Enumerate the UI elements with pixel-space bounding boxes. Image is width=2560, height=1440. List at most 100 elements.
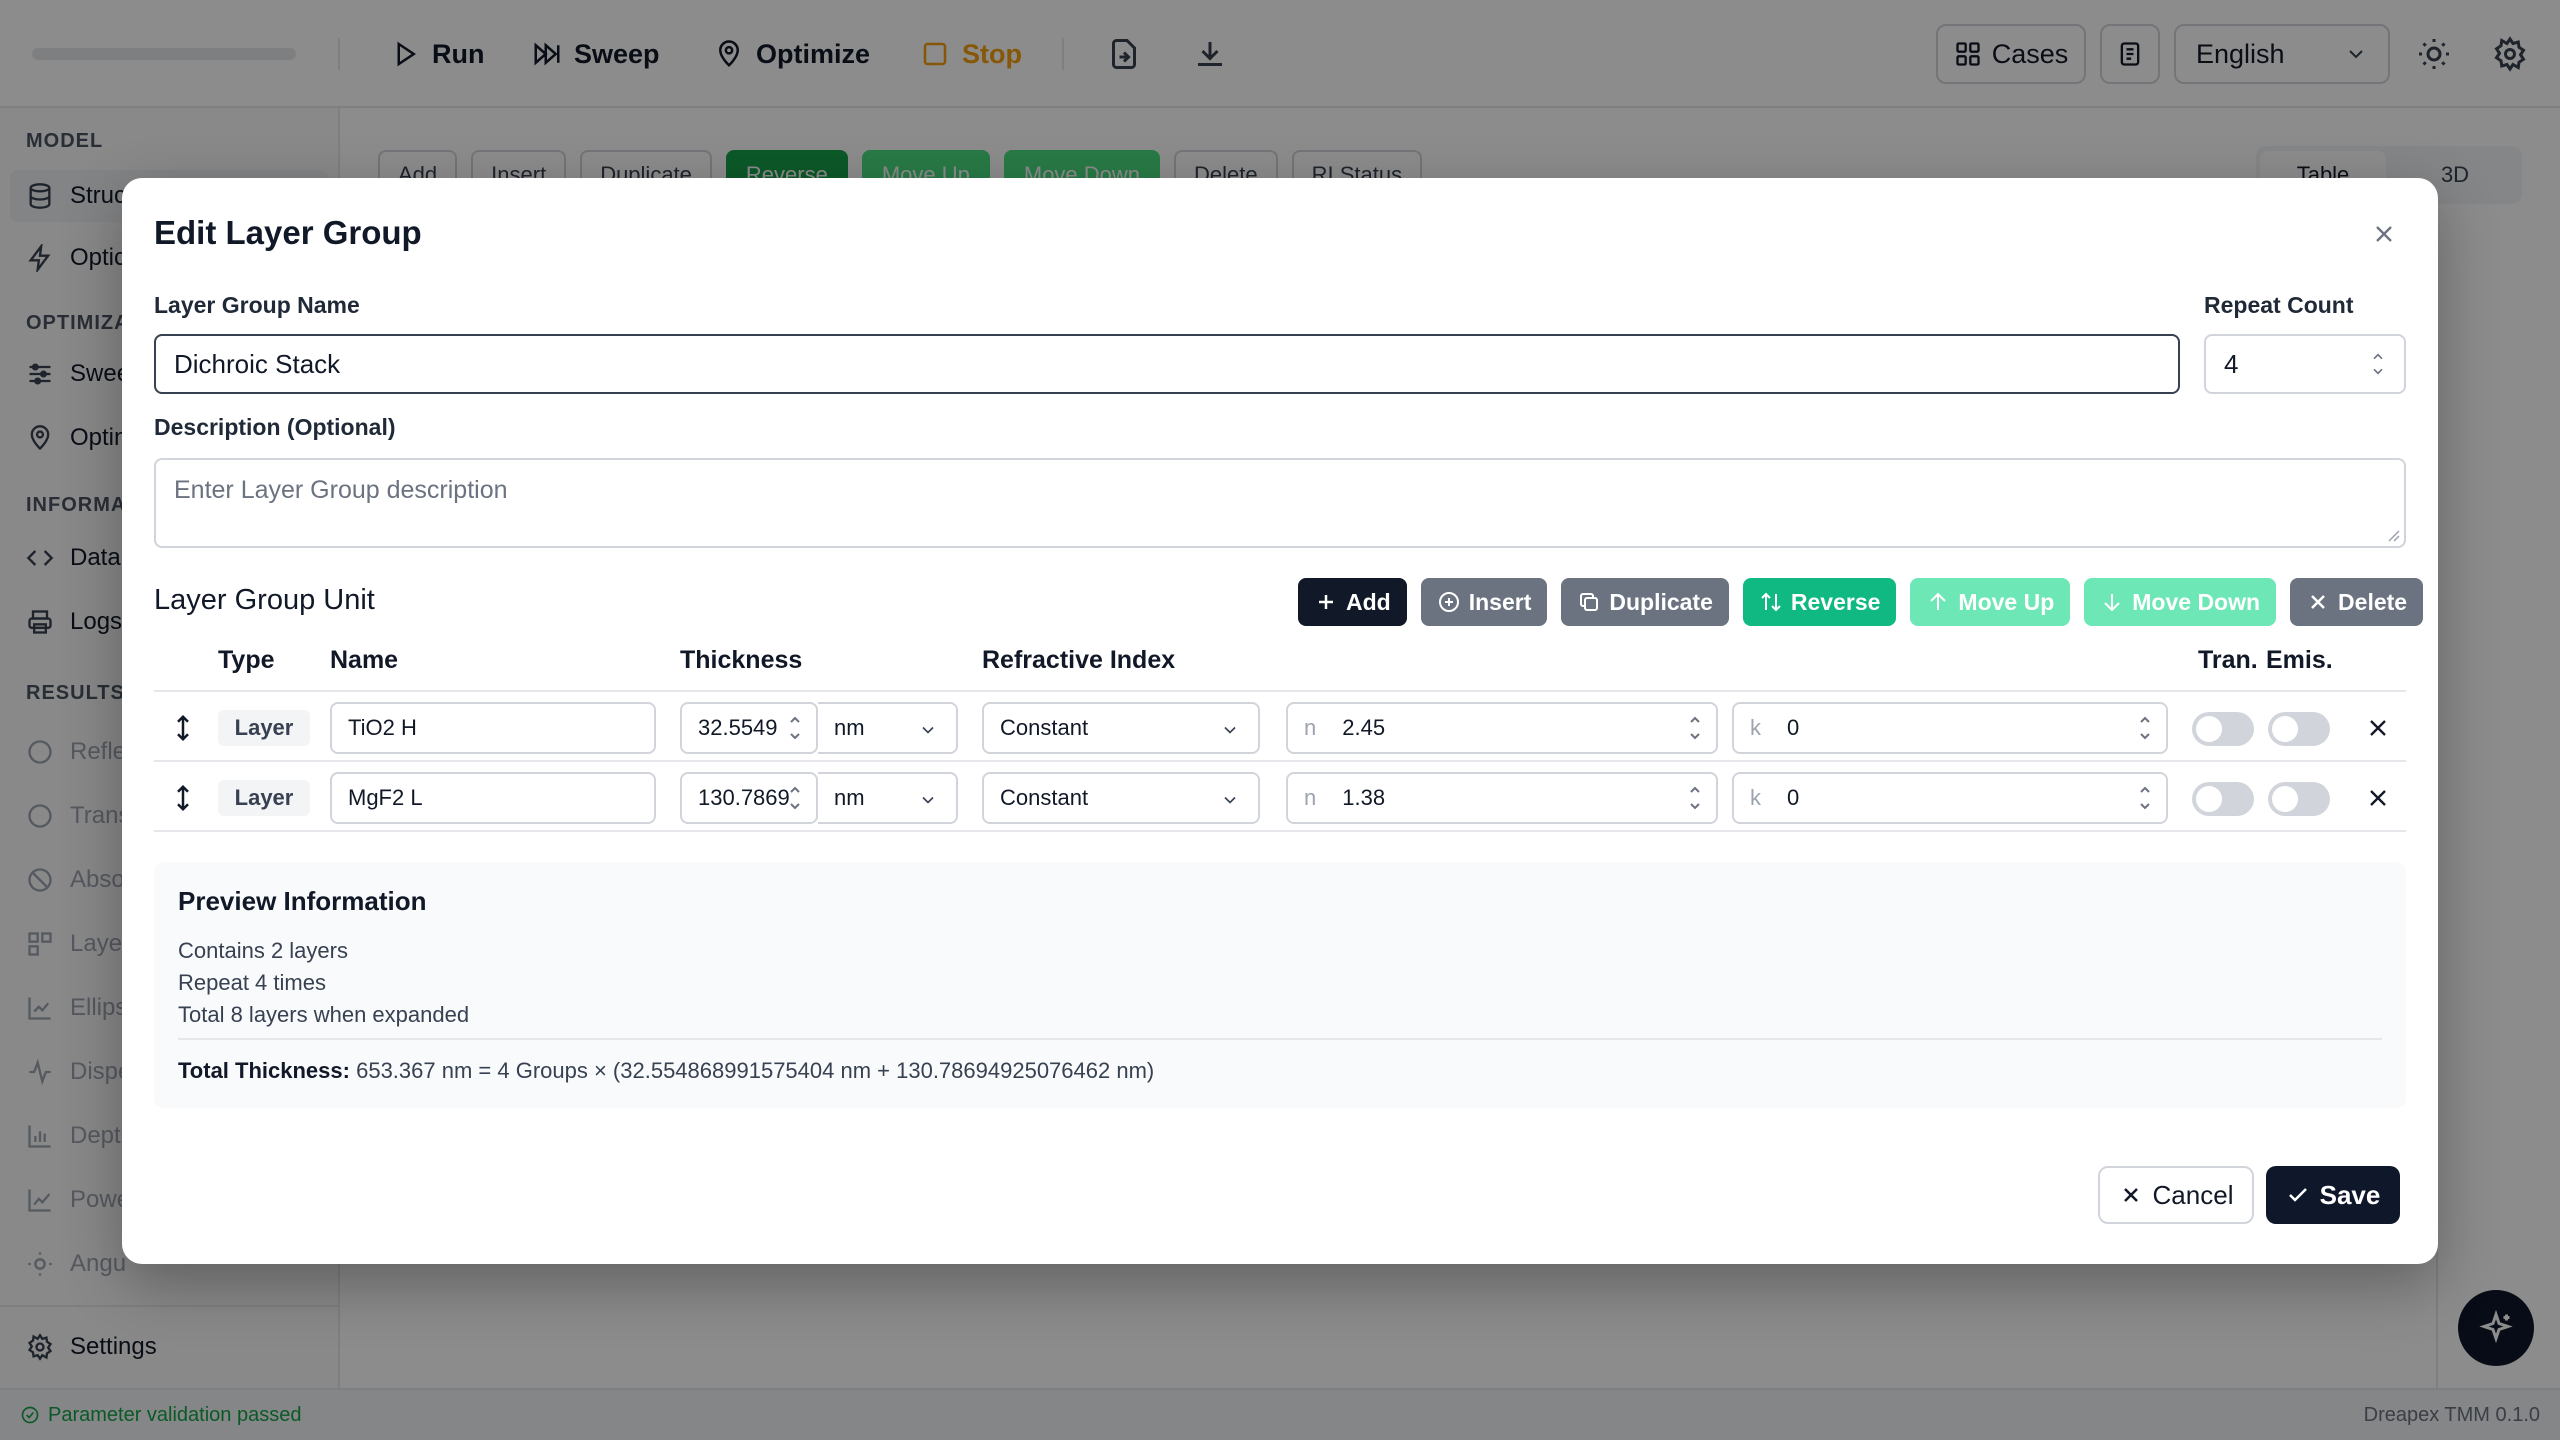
drag-handle-icon[interactable]	[168, 782, 198, 814]
n-value-input[interactable]: n 1.38	[1286, 772, 1718, 824]
arrow-down-icon	[2104, 594, 2120, 612]
layer-group-unit-title: Layer Group Unit	[154, 584, 375, 616]
stepper-arrows-icon[interactable]	[2370, 350, 2386, 378]
table-row: Layer MgF2 L 130.7869 nm Constant n 1.38…	[154, 762, 2406, 832]
preview-total-layers: Total 8 layers when expanded	[178, 1002, 470, 1027]
thickness-unit-value: nm	[834, 715, 865, 740]
delete-label: Delete	[2338, 588, 2408, 615]
layer-type-badge: Layer	[218, 780, 310, 816]
layer-type-badge: Layer	[218, 710, 310, 746]
chevron-down-icon	[922, 726, 934, 734]
layer-name-value: MgF2 L	[348, 785, 423, 810]
layer-name-value: TiO2 H	[348, 715, 417, 740]
ri-mode-select[interactable]: Constant	[982, 702, 1260, 754]
preview-repeat-count: Repeat 4 times	[178, 970, 326, 995]
layer-name-input[interactable]: MgF2 L	[330, 772, 656, 824]
preview-title: Preview Information	[178, 886, 427, 916]
ri-mode-value: Constant	[1000, 715, 1089, 740]
n-prefix: n	[1304, 785, 1317, 810]
repeat-count-stepper[interactable]: 4	[2204, 334, 2406, 394]
column-header-type: Type	[218, 646, 275, 674]
k-value: 0	[1787, 785, 1800, 810]
thickness-value: 32.5549	[698, 715, 778, 740]
description-textarea[interactable]: Enter Layer Group description	[154, 458, 2406, 548]
thickness-input[interactable]: 32.5549	[680, 702, 818, 754]
transmission-toggle[interactable]	[2192, 782, 2254, 816]
thickness-input[interactable]: 130.7869	[680, 772, 818, 824]
ri-mode-value: Constant	[1000, 785, 1089, 810]
move-down-label: Move Down	[2132, 588, 2261, 615]
stepper-arrows-icon[interactable]	[788, 712, 802, 744]
group-name-input[interactable]	[154, 334, 2180, 394]
n-value-input[interactable]: n 2.45	[1286, 702, 1718, 754]
move-up-label: Move Up	[1958, 588, 2055, 615]
repeat-count-label: Repeat Count	[2204, 292, 2354, 318]
close-icon	[2311, 595, 2325, 609]
n-prefix: n	[1304, 715, 1317, 740]
column-header-name: Name	[330, 646, 399, 674]
dialog-title: Edit Layer Group	[154, 214, 422, 251]
total-thickness-label: Total Thickness:	[178, 1058, 350, 1083]
arrow-up-icon	[1930, 592, 1947, 610]
k-value: 0	[1787, 715, 1800, 740]
layer-name-input[interactable]: TiO2 H	[330, 702, 656, 754]
table-row: Layer TiO2 H 32.5549 nm Constant n 2.45 …	[154, 692, 2406, 762]
plus-circle-icon	[1438, 592, 1459, 612]
transmission-toggle[interactable]	[2192, 712, 2254, 746]
reverse-layers-button[interactable]: Reverse	[1742, 578, 1897, 626]
drag-handle-icon[interactable]	[168, 712, 198, 744]
plus-icon	[1319, 595, 1333, 609]
unit-toolbar: Add Insert Duplicate Reverse Move Up Mov…	[1298, 578, 2424, 626]
column-header-emission: Emis.	[2266, 646, 2333, 674]
k-value-input[interactable]: k 0	[1732, 772, 2168, 824]
remove-row-icon[interactable]	[2364, 714, 2392, 742]
description-label: Description (Optional)	[154, 414, 396, 440]
stepper-arrows-icon[interactable]	[2138, 712, 2152, 744]
add-layer-button[interactable]: Add	[1298, 578, 1407, 626]
emission-toggle[interactable]	[2268, 712, 2330, 746]
duplicate-layer-button[interactable]: Duplicate	[1561, 578, 1729, 626]
add-label: Add	[1346, 588, 1391, 615]
stepper-arrows-icon[interactable]	[2138, 782, 2152, 814]
emission-toggle[interactable]	[2268, 782, 2330, 816]
thickness-unit-select[interactable]: nm	[818, 702, 958, 754]
thickness-unit-value: nm	[834, 785, 865, 810]
stepper-arrows-icon[interactable]	[1688, 712, 1702, 744]
resize-grip-icon[interactable]	[2386, 528, 2400, 542]
move-up-button[interactable]: Move Up	[1910, 578, 2071, 626]
copy-icon	[1580, 593, 1599, 611]
check-icon	[2288, 1188, 2307, 1202]
cancel-button[interactable]: Cancel	[2098, 1166, 2254, 1224]
ri-mode-select[interactable]: Constant	[982, 772, 1260, 824]
save-button[interactable]: Save	[2266, 1166, 2400, 1224]
chevron-down-icon	[1224, 796, 1236, 804]
insert-layer-button[interactable]: Insert	[1420, 578, 1548, 626]
preview-information-panel: Preview Information Contains 2 layers Re…	[154, 862, 2406, 1108]
preview-layer-count: Contains 2 layers	[178, 938, 348, 963]
column-header-transmission: Tran.	[2198, 646, 2258, 674]
repeat-count-value: 4	[2224, 348, 2239, 379]
close-icon[interactable]	[2370, 220, 2398, 248]
move-down-button[interactable]: Move Down	[2084, 578, 2277, 626]
edit-layer-group-dialog: Edit Layer Group Layer Group Name Repeat…	[122, 178, 2438, 1264]
arrows-up-down-icon	[1761, 592, 1781, 612]
stepper-arrows-icon[interactable]	[1688, 782, 1702, 814]
preview-divider	[178, 1038, 2382, 1040]
reverse-label: Reverse	[1790, 588, 1881, 615]
delete-layer-button[interactable]: Delete	[2290, 578, 2424, 626]
chevron-down-icon	[922, 796, 934, 804]
k-value-input[interactable]: k 0	[1732, 702, 2168, 754]
total-thickness-value: 653.367 nm = 4 Groups × (32.554868991575…	[356, 1058, 1155, 1083]
stepper-arrows-icon[interactable]	[788, 782, 802, 814]
thickness-value: 130.7869	[698, 785, 790, 810]
preview-total-thickness: Total Thickness: 653.367 nm = 4 Groups ×…	[178, 1058, 1154, 1084]
remove-row-icon[interactable]	[2364, 784, 2392, 812]
duplicate-label: Duplicate	[1609, 588, 1713, 615]
column-header-thickness: Thickness	[680, 646, 803, 674]
n-value: 1.38	[1342, 785, 1386, 810]
k-prefix: k	[1750, 715, 1761, 740]
cancel-label: Cancel	[2152, 1179, 2234, 1210]
thickness-unit-select[interactable]: nm	[818, 772, 958, 824]
chevron-down-icon	[1224, 726, 1236, 734]
description-placeholder: Enter Layer Group description	[174, 476, 508, 504]
